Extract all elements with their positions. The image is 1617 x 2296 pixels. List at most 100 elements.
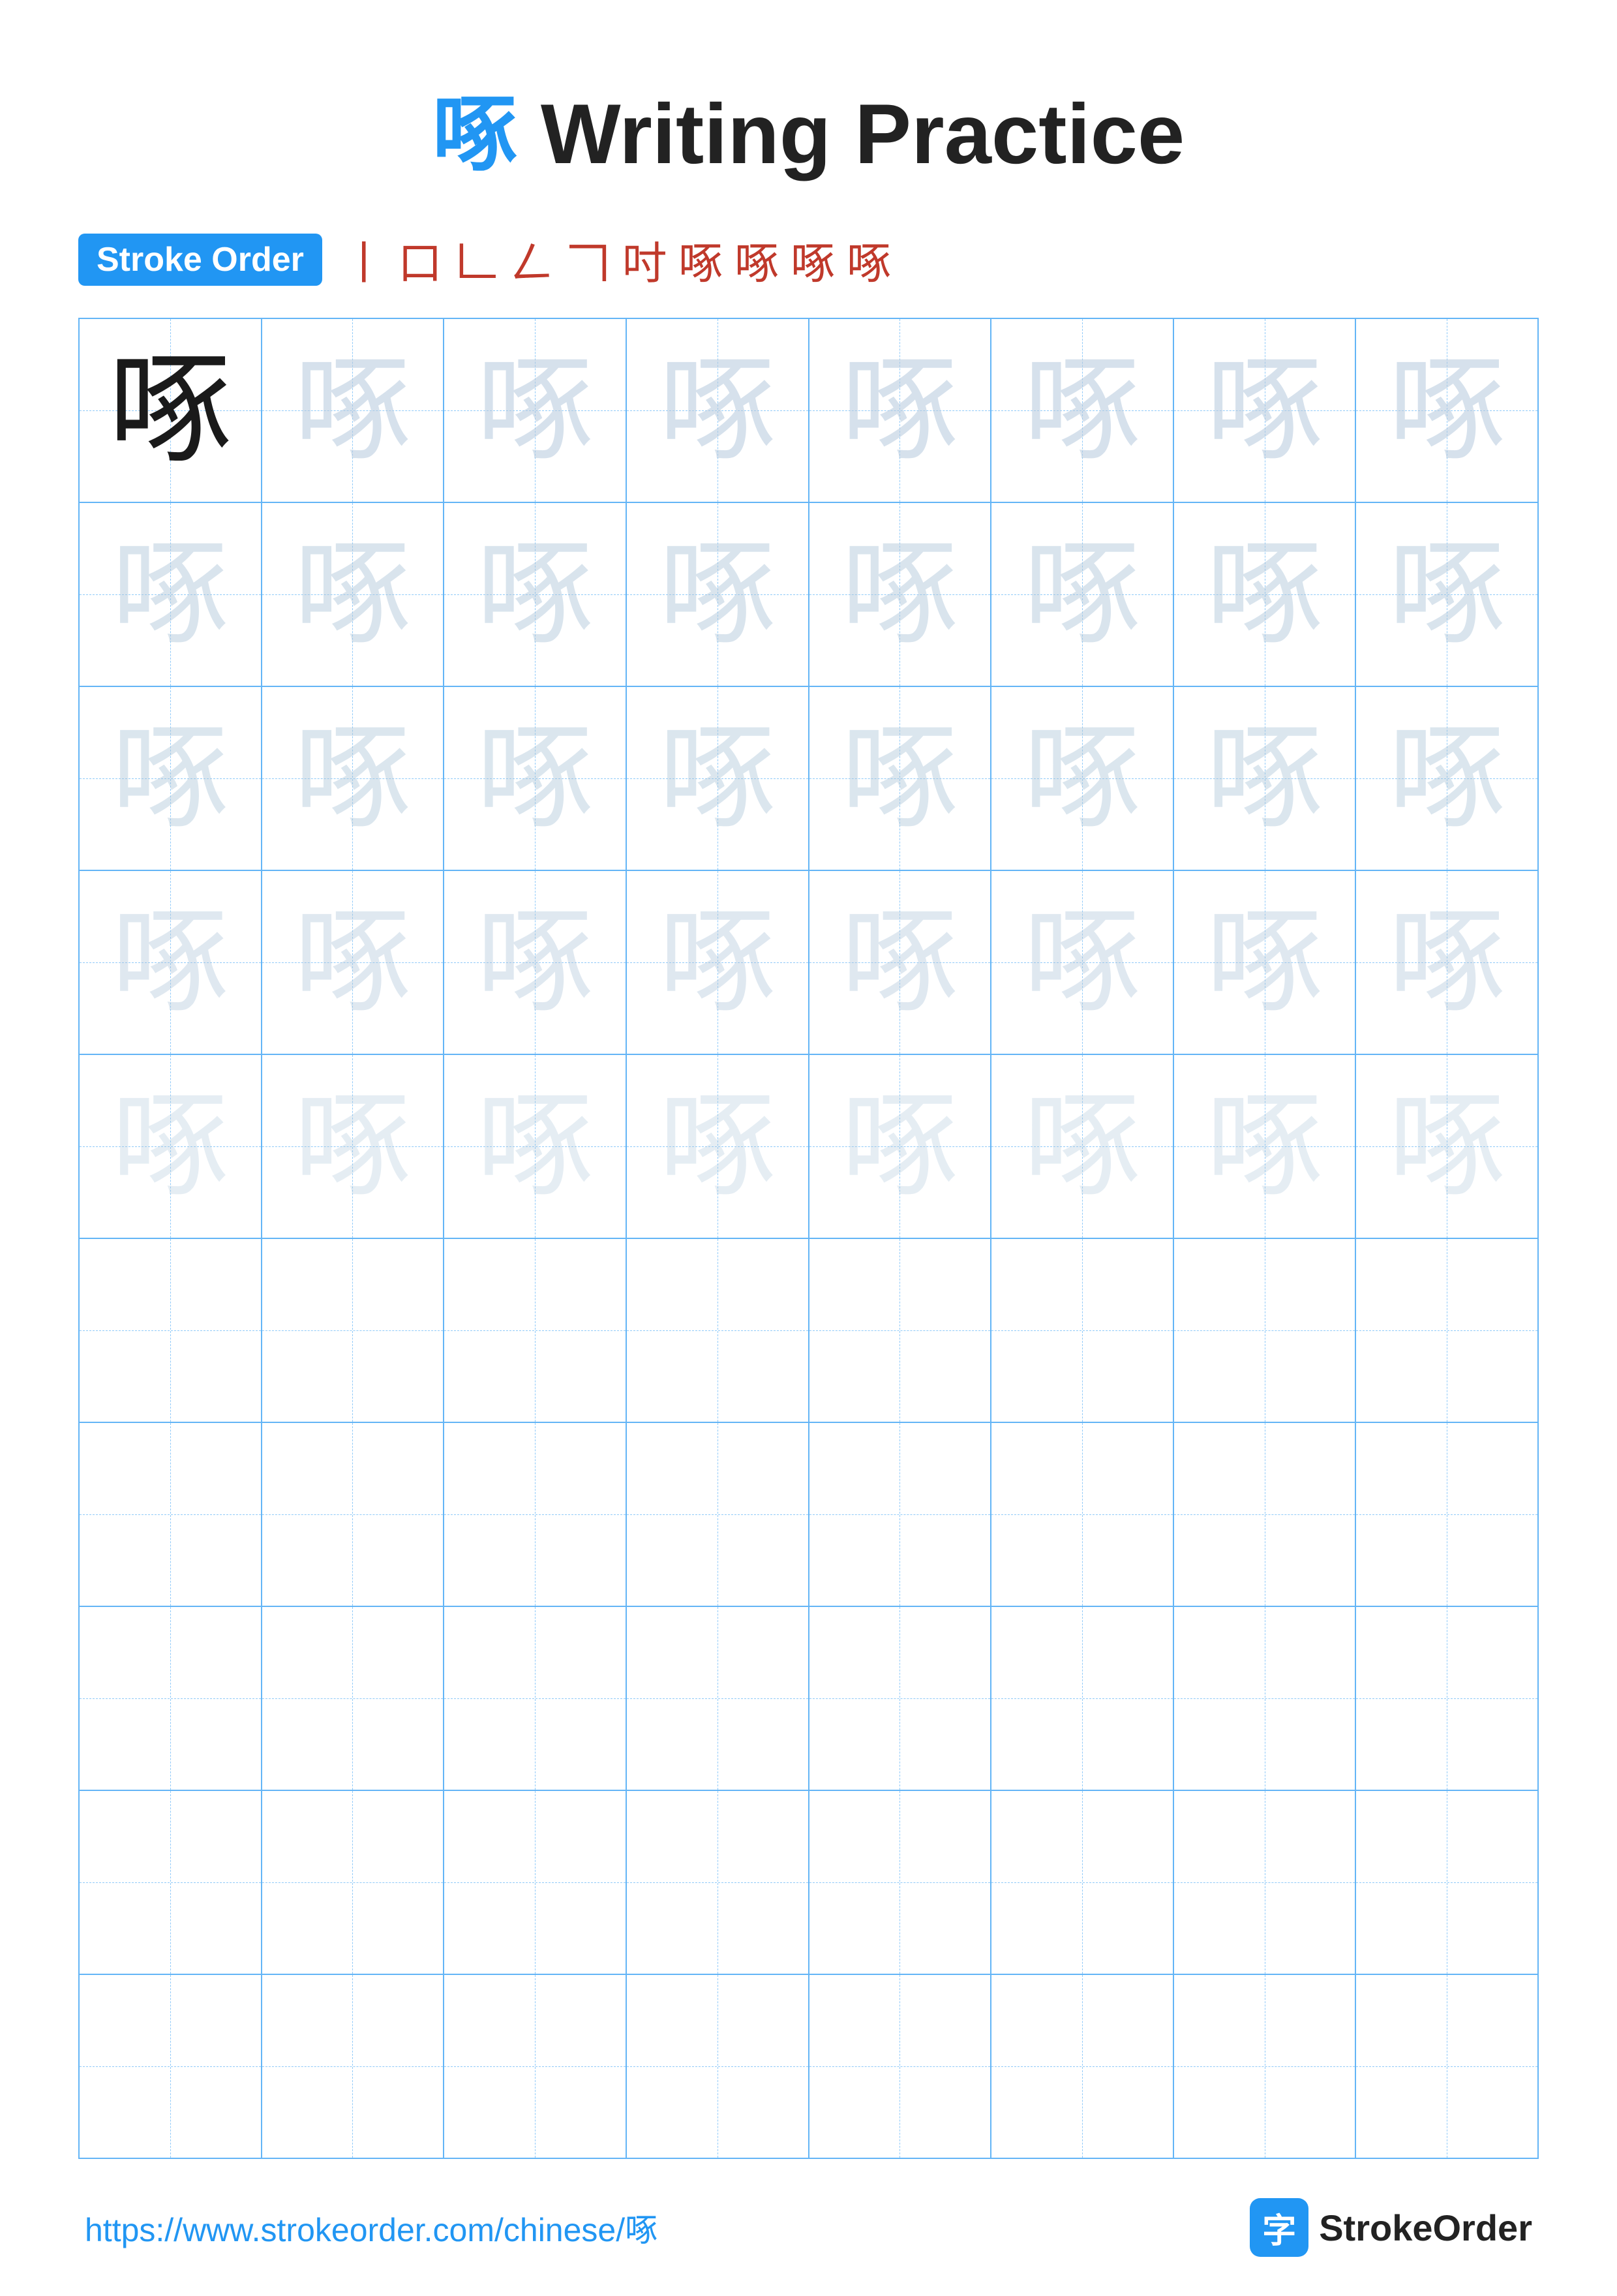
grid-cell-7-3[interactable] bbox=[444, 1423, 627, 1606]
grid-cell-9-1[interactable] bbox=[80, 1791, 262, 1974]
grid-cell-6-2[interactable] bbox=[262, 1239, 445, 1422]
grid-cell-1-3: 啄 bbox=[444, 319, 627, 502]
grid-cell-6-6[interactable] bbox=[991, 1239, 1174, 1422]
grid-cell-7-1[interactable] bbox=[80, 1423, 262, 1606]
grid-cell-7-7[interactable] bbox=[1174, 1423, 1357, 1606]
cell-char: 啄 bbox=[294, 536, 411, 653]
stroke-char-4: 𠃋 bbox=[510, 227, 554, 292]
stroke-char-3: 𠃊 bbox=[454, 227, 498, 292]
grid-cell-8-1[interactable] bbox=[80, 1607, 262, 1790]
grid-cell-7-6[interactable] bbox=[991, 1423, 1174, 1606]
footer-logo: 字 StrokeOrder bbox=[1250, 2198, 1532, 2257]
grid-cell-2-1: 啄 bbox=[80, 503, 262, 686]
cell-char: 啄 bbox=[112, 536, 229, 653]
grid-cell-1-7: 啄 bbox=[1174, 319, 1357, 502]
cell-char: 啄 bbox=[1206, 720, 1323, 837]
grid-cell-2-8: 啄 bbox=[1356, 503, 1537, 686]
grid-cell-6-3[interactable] bbox=[444, 1239, 627, 1422]
grid-cell-5-6: 啄 bbox=[991, 1055, 1174, 1238]
title-char: 啄 bbox=[432, 88, 517, 182]
cell-char: 啄 bbox=[112, 1088, 229, 1205]
grid-cell-10-3[interactable] bbox=[444, 1975, 627, 2158]
grid-cell-8-2[interactable] bbox=[262, 1607, 445, 1790]
grid-cell-8-7[interactable] bbox=[1174, 1607, 1357, 1790]
grid-cell-2-6: 啄 bbox=[991, 503, 1174, 686]
cell-char: 啄 bbox=[659, 720, 776, 837]
cell-char: 啄 bbox=[1023, 352, 1141, 469]
grid-cell-2-3: 啄 bbox=[444, 503, 627, 686]
grid-cell-8-5[interactable] bbox=[809, 1607, 992, 1790]
grid-cell-10-2[interactable] bbox=[262, 1975, 445, 2158]
grid-cell-5-1: 啄 bbox=[80, 1055, 262, 1238]
grid-cell-7-2[interactable] bbox=[262, 1423, 445, 1606]
grid-cell-9-8[interactable] bbox=[1356, 1791, 1537, 1974]
grid-cell-6-1[interactable] bbox=[80, 1239, 262, 1422]
grid-cell-10-1[interactable] bbox=[80, 1975, 262, 2158]
grid-cell-2-4: 啄 bbox=[627, 503, 809, 686]
grid-cell-9-6[interactable] bbox=[991, 1791, 1174, 1974]
grid-cell-1-4: 啄 bbox=[627, 319, 809, 502]
grid-row-9 bbox=[80, 1791, 1537, 1975]
grid-row-10 bbox=[80, 1975, 1537, 2158]
cell-char: 啄 bbox=[659, 536, 776, 653]
grid-row-2: 啄 啄 啄 啄 啄 啄 啄 啄 bbox=[80, 503, 1537, 687]
grid-cell-3-2: 啄 bbox=[262, 687, 445, 870]
cell-char: 啄 bbox=[112, 904, 229, 1021]
practice-grid: 啄 啄 啄 啄 啄 啄 啄 啄 啄 啄 啄 bbox=[78, 318, 1539, 2159]
grid-cell-10-6[interactable] bbox=[991, 1975, 1174, 2158]
grid-cell-6-8[interactable] bbox=[1356, 1239, 1537, 1422]
stroke-char-10: 啄 bbox=[847, 227, 891, 292]
grid-cell-9-2[interactable] bbox=[262, 1791, 445, 1974]
grid-cell-8-8[interactable] bbox=[1356, 1607, 1537, 1790]
cell-char: 啄 bbox=[476, 1088, 594, 1205]
cell-char: 啄 bbox=[659, 904, 776, 1021]
grid-cell-9-7[interactable] bbox=[1174, 1791, 1357, 1974]
grid-cell-8-4[interactable] bbox=[627, 1607, 809, 1790]
grid-cell-1-1: 啄 bbox=[80, 319, 262, 502]
grid-row-3: 啄 啄 啄 啄 啄 啄 啄 啄 bbox=[80, 687, 1537, 871]
grid-cell-6-7[interactable] bbox=[1174, 1239, 1357, 1422]
grid-cell-10-8[interactable] bbox=[1356, 1975, 1537, 2158]
grid-cell-7-5[interactable] bbox=[809, 1423, 992, 1606]
grid-cell-7-8[interactable] bbox=[1356, 1423, 1537, 1606]
cell-char: 啄 bbox=[659, 1088, 776, 1205]
grid-cell-4-2: 啄 bbox=[262, 871, 445, 1054]
grid-cell-10-5[interactable] bbox=[809, 1975, 992, 2158]
stroke-char-8: 啄 bbox=[734, 227, 779, 292]
grid-cell-9-3[interactable] bbox=[444, 1791, 627, 1974]
grid-cell-10-4[interactable] bbox=[627, 1975, 809, 2158]
cell-char: 啄 bbox=[841, 352, 958, 469]
grid-cell-4-5: 啄 bbox=[809, 871, 992, 1054]
cell-char: 啄 bbox=[1206, 536, 1323, 653]
footer-logo-text: StrokeOrder bbox=[1319, 2207, 1532, 2249]
stroke-char-9: 啄 bbox=[791, 227, 835, 292]
cell-char: 啄 bbox=[1023, 1088, 1141, 1205]
footer-url[interactable]: https://www.strokeorder.com/chinese/啄 bbox=[85, 2204, 657, 2251]
grid-cell-3-4: 啄 bbox=[627, 687, 809, 870]
grid-cell-10-7[interactable] bbox=[1174, 1975, 1357, 2158]
cell-char: 啄 bbox=[1388, 536, 1505, 653]
grid-row-5: 啄 啄 啄 啄 啄 啄 啄 啄 bbox=[80, 1055, 1537, 1239]
cell-char: 啄 bbox=[1206, 1088, 1323, 1205]
grid-cell-3-1: 啄 bbox=[80, 687, 262, 870]
cell-char: 啄 bbox=[841, 720, 958, 837]
grid-cell-9-5[interactable] bbox=[809, 1791, 992, 1974]
cell-char: 啄 bbox=[1388, 352, 1505, 469]
grid-row-7 bbox=[80, 1423, 1537, 1607]
grid-cell-6-4[interactable] bbox=[627, 1239, 809, 1422]
cell-char: 啄 bbox=[1023, 720, 1141, 837]
grid-cell-1-8: 啄 bbox=[1356, 319, 1537, 502]
cell-char: 啄 bbox=[1023, 536, 1141, 653]
grid-cell-7-4[interactable] bbox=[627, 1423, 809, 1606]
grid-cell-9-4[interactable] bbox=[627, 1791, 809, 1974]
grid-cell-6-5[interactable] bbox=[809, 1239, 992, 1422]
cell-char: 啄 bbox=[108, 348, 232, 472]
grid-cell-1-6: 啄 bbox=[991, 319, 1174, 502]
grid-cell-3-5: 啄 bbox=[809, 687, 992, 870]
grid-cell-8-3[interactable] bbox=[444, 1607, 627, 1790]
stroke-order-chars: 丨 口 𠃊 𠃋 𠃍 吋 啄 啄 啄 啄 bbox=[342, 227, 891, 292]
grid-row-6 bbox=[80, 1239, 1537, 1423]
grid-cell-2-7: 啄 bbox=[1174, 503, 1357, 686]
grid-cell-8-6[interactable] bbox=[991, 1607, 1174, 1790]
grid-cell-1-5: 啄 bbox=[809, 319, 992, 502]
